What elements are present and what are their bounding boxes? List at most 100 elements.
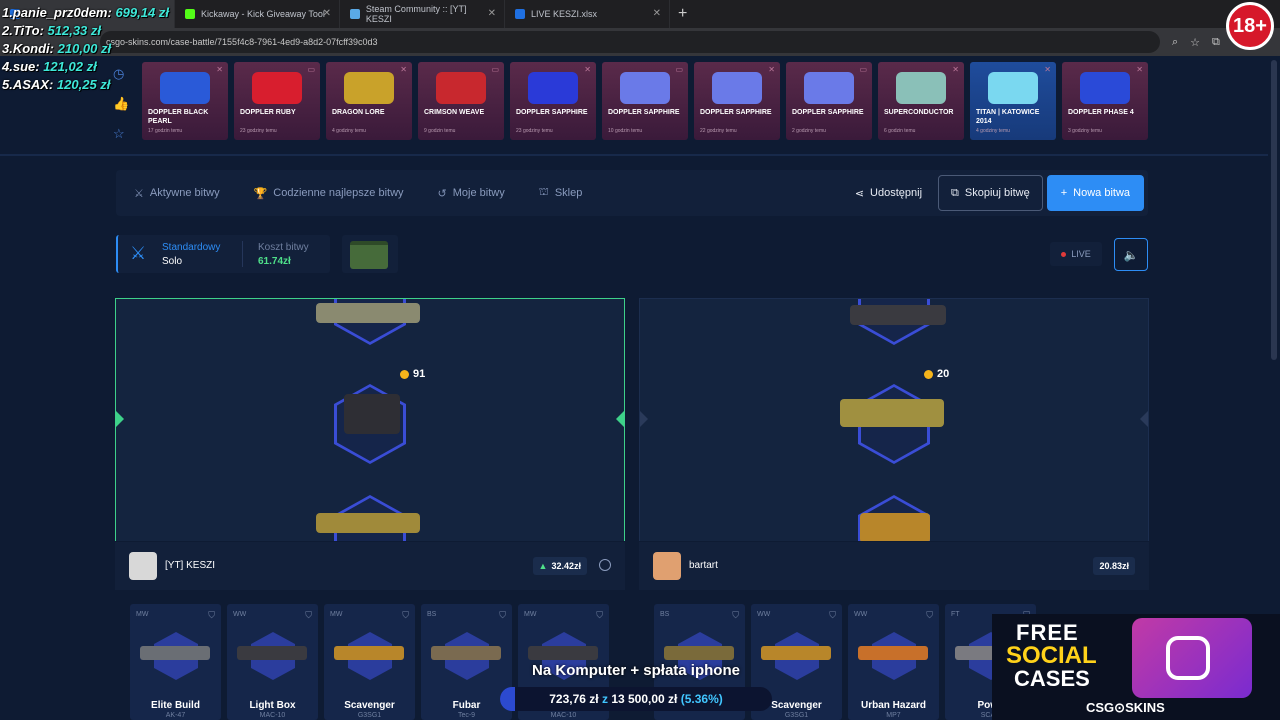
nav-daily-best[interactable]: 🏆 Codzienne najlepsze bitwy	[254, 187, 404, 200]
shield-icon[interactable]: ⛉	[499, 610, 506, 621]
copy-battle-button[interactable]: ⧉ Skopiuj bitwę	[938, 175, 1043, 211]
player-name[interactable]: bartart	[689, 560, 718, 571]
tab-steam[interactable]: Steam Community :: [YT] KESZI ✕	[340, 0, 505, 28]
won-item-card[interactable]: WW ⛉ Urban Hazard MP7	[848, 604, 939, 720]
speaker-icon: 🔈	[1123, 247, 1139, 262]
skin-image	[1080, 72, 1130, 104]
player-value: ▲ 32.42zł	[532, 557, 587, 575]
coin-icon	[924, 369, 933, 379]
nav-label: Sklep	[554, 187, 583, 199]
live-drop-card[interactable]: ✕ DOPPLER SAPPHIRE 22 godziny temu	[694, 62, 780, 140]
case-thumbnail[interactable]	[342, 235, 398, 273]
drop-time: 4 godziny temu	[332, 128, 366, 134]
reel-right-pointer-icon	[616, 411, 624, 427]
share-button[interactable]: ⋖ Udostępnij	[855, 187, 922, 200]
shield-icon[interactable]: ⛉	[926, 610, 933, 621]
won-item-card[interactable]: MW ⛉ Scavenger G3SG1	[324, 604, 415, 720]
weapon-type: AK-47	[165, 712, 186, 719]
new-tab-button[interactable]: +	[678, 5, 687, 23]
weapon-image	[528, 646, 598, 660]
skin-name: SUPERCONDUCTOR	[884, 109, 954, 116]
close-icon[interactable]: ✕	[323, 8, 331, 19]
tab-excel[interactable]: LIVE KESZI.xlsx ✕	[505, 0, 670, 28]
tab-kickaway[interactable]: Kickaway - Kick Giveaway Tool ✕	[175, 0, 340, 28]
donation-title: Na Komputer + spłata iphone	[532, 662, 740, 679]
weapon-image	[761, 646, 831, 660]
live-drop-card[interactable]: ✕ TITAN | KATOWICE 2014 4 godziny temu	[970, 62, 1056, 140]
nav-active-battles[interactable]: ⚔ Aktywne bitwy	[134, 187, 220, 200]
donation-goal: Na Komputer + spłata iphone 723,76 zł z …	[500, 660, 772, 720]
avatar[interactable]	[129, 552, 157, 580]
leaderboard-row: 3.Kondi: 210,00 zł	[2, 41, 112, 56]
live-drop-card[interactable]: ✕ DOPPLER PHASE 4 3 godziny temu	[1062, 62, 1148, 140]
shield-icon[interactable]: ⛉	[402, 610, 409, 621]
avatar[interactable]	[653, 552, 681, 580]
leaderboard-row: 2.TiTo: 512,33 zł	[2, 23, 102, 38]
live-drop-card[interactable]: ▭ CRIMSON WEAVE 9 godzin temu	[418, 62, 504, 140]
live-drop-card[interactable]: ✕ SUPERCONDUCTOR 6 godzin temu	[878, 62, 964, 140]
scrollbar-thumb[interactable]	[1271, 60, 1277, 360]
donation-progress-text: 723,76 zł z 13 500,00 zł (5.36%)	[549, 692, 723, 706]
close-icon[interactable]: ✕	[653, 8, 661, 19]
bookmark-star-icon[interactable]: ☆	[1190, 36, 1200, 49]
drop-case-icon: ✕	[768, 65, 775, 74]
wear-label: FT	[951, 611, 960, 618]
shield-icon[interactable]: ⛉	[208, 610, 215, 621]
skin-image	[712, 72, 762, 104]
extensions-icon[interactable]: ⧉	[1212, 36, 1220, 49]
spin-reel-right: 20	[639, 298, 1149, 541]
shield-icon[interactable]: ⛉	[596, 610, 603, 621]
weapon-type: MAC-10	[259, 712, 286, 719]
skin-name: DOPPLER RUBY	[240, 109, 296, 116]
skin-image	[436, 72, 486, 104]
wear-label: MW	[330, 611, 343, 618]
won-item-card[interactable]: MW ⛉ Elite Build AK-47	[130, 604, 221, 720]
live-drop-card[interactable]: ▭ DOPPLER SAPPHIRE 2 godziny temu	[786, 62, 872, 140]
shield-icon[interactable]: ⛉	[305, 610, 312, 621]
smg-image	[860, 513, 930, 541]
live-drop-card[interactable]: ✕ DOPPLER SAPPHIRE 23 godziny temu	[510, 62, 596, 140]
sound-toggle-button[interactable]: 🔈	[1114, 238, 1148, 271]
drop-time: 2 godziny temu	[792, 128, 826, 134]
player-name[interactable]: [YT] KESZI	[165, 560, 215, 571]
free-social-cases-ad: FREE SOCIAL CASES CSG⊙SKINS	[992, 614, 1280, 720]
shield-icon[interactable]: ⛉	[829, 610, 836, 621]
drop-time: 6 godzin temu	[884, 128, 916, 134]
share-label: Udostępnij	[870, 187, 923, 199]
skin-name: DOPPLER SAPPHIRE	[516, 109, 588, 116]
thumbs-up-icon[interactable]: 👍	[113, 96, 129, 112]
donation-progress-fill	[500, 687, 515, 711]
won-item-card[interactable]: WW ⛉ Light Box MAC-10	[227, 604, 318, 720]
live-drop-card[interactable]: ▭ DOPPLER SAPPHIRE 10 godzin temu	[602, 62, 688, 140]
weapon-image	[858, 646, 928, 660]
emoji-icon[interactable]	[599, 559, 611, 571]
coin-icon	[400, 369, 409, 379]
nav-shop[interactable]: ⛫ Sklep	[539, 186, 583, 200]
battle-info: ⚔ Standardowy Solo Koszt bitwy 61.74zł	[116, 235, 330, 273]
drop-time: 23 godziny temu	[516, 128, 553, 134]
url-field[interactable]: csgo-skins.com/case-battle/7155f4c8-7961…	[100, 31, 1160, 53]
weapon-image	[431, 646, 501, 660]
player-card-left: [YT] KESZI ▲ 32.42zł	[115, 542, 625, 590]
live-drop-card[interactable]: ✕ DRAGON LORE 4 godziny temu	[326, 62, 412, 140]
reel-left-pointer-icon	[116, 411, 124, 427]
live-drop-card[interactable]: ▭ DOPPLER RUBY 23 godziny temu	[234, 62, 320, 140]
nav-my-battles[interactable]: ↺ Moje bitwy	[438, 187, 505, 200]
star-icon[interactable]: ☆	[113, 126, 129, 142]
shield-icon[interactable]: ⛉	[732, 610, 739, 621]
copy-label: Skopiuj bitwę	[964, 187, 1030, 199]
nav-label: Codzienne najlepsze bitwy	[273, 187, 404, 199]
close-icon[interactable]: ✕	[488, 8, 496, 19]
skin-name: TITAN | KATOWICE 2014	[976, 109, 1040, 125]
won-item-card[interactable]: BS ⛉ Fubar Tec-9	[421, 604, 512, 720]
zoom-icon[interactable]: ⌕	[1172, 36, 1178, 49]
share-icon: ⋖	[854, 187, 865, 200]
tab-label: Steam Community :: [YT] KESZI	[365, 4, 467, 24]
new-battle-button[interactable]: + Nowa bitwa	[1046, 175, 1144, 211]
pistol-image	[840, 399, 944, 427]
skin-name: Urban Hazard	[860, 700, 926, 711]
mode-value: Solo	[162, 256, 183, 267]
coin-counter: 20	[924, 368, 949, 380]
weapon-image	[237, 646, 307, 660]
reel-right-pointer-icon	[1140, 411, 1148, 427]
